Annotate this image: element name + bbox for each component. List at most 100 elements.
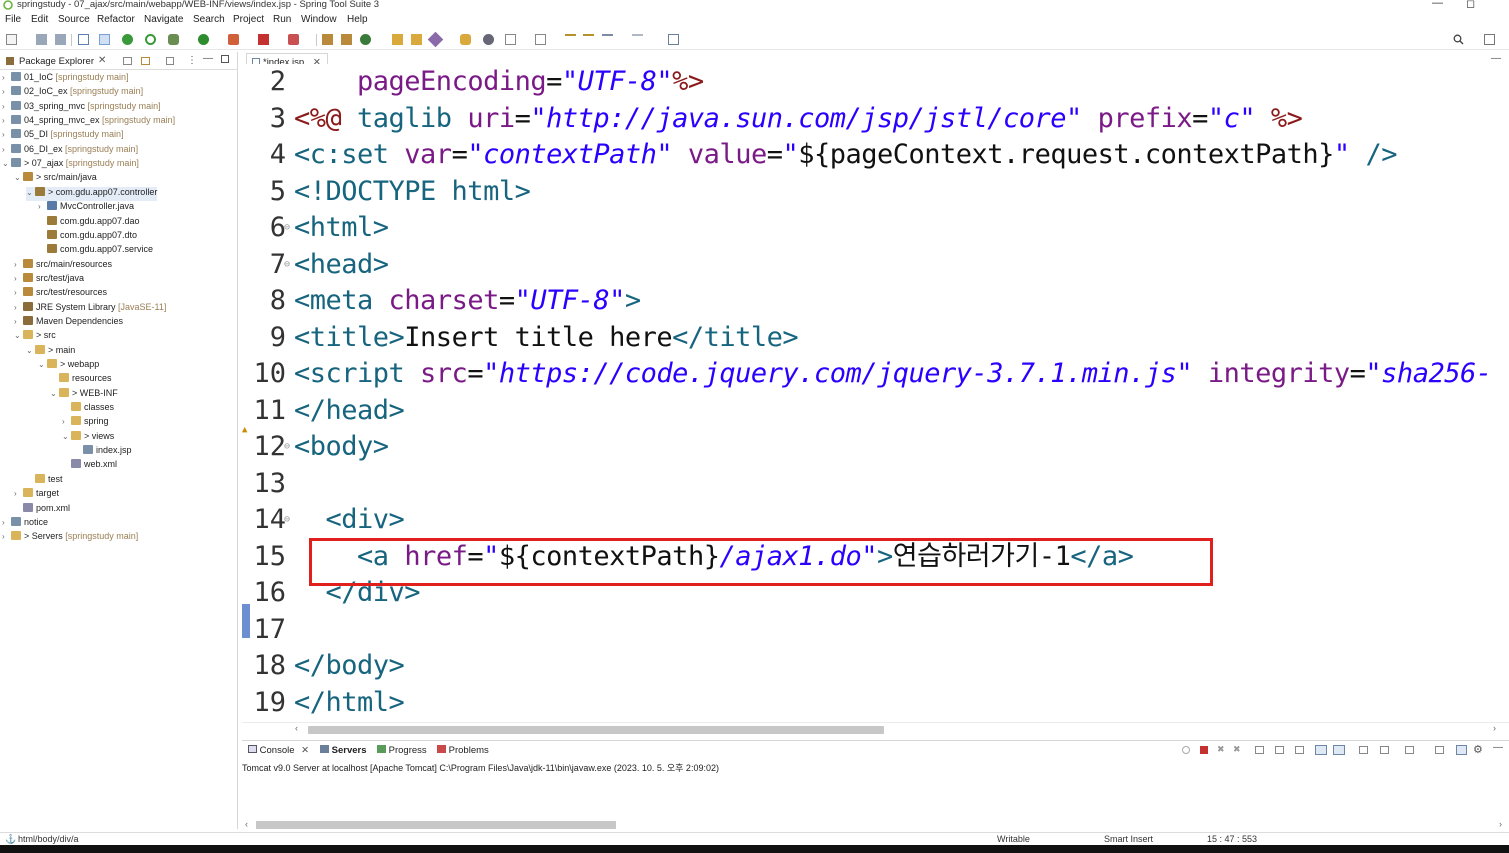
code-line[interactable]: 8 <meta charset="UTF-8"> (242, 283, 1509, 319)
fold-icon[interactable]: ⊖ (284, 429, 290, 465)
maximize-view-icon[interactable] (221, 55, 229, 63)
tree-item[interactable]: ⌄ > main (26, 344, 75, 359)
code-line[interactable]: 14 ⊖ <div> (242, 502, 1509, 538)
new-package-icon[interactable] (322, 34, 333, 45)
console-horizontal-scrollbar[interactable]: ‹ › (242, 819, 1509, 830)
annotation-icon[interactable] (505, 34, 516, 45)
chevron-down-icon[interactable]: ⌄ (14, 331, 23, 340)
tree-item[interactable]: com.gdu.app07.dao (38, 215, 140, 230)
tree-item[interactable]: index.jsp (74, 445, 132, 459)
refresh-icon[interactable] (145, 34, 156, 45)
menu-run[interactable]: Run (273, 14, 291, 25)
tree-item[interactable]: › 05_DI [springstudy main] (2, 129, 124, 143)
menu-refactor[interactable]: Refactor (97, 14, 135, 25)
code-line[interactable]: 12 ⊖ <body> (242, 429, 1509, 465)
tree-item[interactable]: ⌄ > src/main/java (14, 172, 97, 186)
tree-item[interactable]: ⌄ > com.gdu.app07.controller (26, 186, 158, 201)
chevron-right-icon[interactable]: › (2, 532, 11, 541)
minimize-editor-icon[interactable]: — (1491, 53, 1501, 64)
display-console-icon[interactable] (1380, 746, 1389, 754)
code-editor[interactable]: ▲ 2 pageEncoding="UTF-8"%> 3 <%@ taglib ur… (242, 64, 1509, 722)
coverage-icon[interactable] (288, 34, 299, 45)
globe-icon[interactable] (483, 34, 494, 45)
code-line[interactable]: 4 <c:set var="contextPath" value="${pageC… (242, 137, 1509, 173)
scroll-left-icon[interactable]: ‹ (295, 723, 298, 733)
next-annotation-icon[interactable] (535, 34, 546, 45)
tree-item[interactable]: › 04_spring_mvc_ex [springstudy main] (2, 115, 175, 129)
chevron-right-icon[interactable]: › (2, 116, 11, 125)
tree-item[interactable]: ⌄ > views (62, 430, 114, 445)
chevron-down-icon[interactable]: ⌄ (26, 346, 35, 355)
tree-item[interactable]: › spring (62, 416, 109, 430)
chevron-right-icon[interactable]: › (2, 73, 11, 82)
tree-item[interactable]: › MvcController.java (38, 201, 134, 215)
tree-item[interactable]: ⌄ > 07_ajax [springstudy main] (2, 158, 139, 172)
collapse-all-icon[interactable] (123, 57, 132, 65)
code-line[interactable]: 7 ⊖ <head> (242, 247, 1509, 283)
chevron-right-icon[interactable]: › (14, 288, 23, 297)
tree-item[interactable]: ⌄ > webapp (38, 359, 99, 373)
package-explorer-tab[interactable]: Package Explorer ✕ ⋮ — (0, 52, 238, 70)
view-menu-icon[interactable]: ⋮ (187, 55, 197, 66)
new-class-icon[interactable] (341, 34, 352, 45)
tree-item[interactable]: › 06_DI_ex [springstudy main] (2, 143, 138, 158)
menu-help[interactable]: Help (347, 14, 368, 25)
open-type-icon[interactable] (392, 34, 403, 45)
new-project-icon[interactable] (360, 34, 371, 45)
chevron-right-icon[interactable]: › (2, 145, 11, 154)
menu-source[interactable]: Source (58, 14, 90, 25)
filter-icon[interactable] (166, 57, 174, 65)
code-line[interactable]: 17 (242, 612, 1509, 648)
spring-boot-icon[interactable] (122, 34, 133, 45)
editor-horizontal-scrollbar[interactable]: ‹ › (242, 722, 1509, 736)
show-stdout-icon[interactable] (1315, 745, 1327, 755)
navigate-forward-icon[interactable] (632, 34, 643, 45)
tab-problems[interactable]: Problems (437, 745, 489, 756)
scroll-right-icon[interactable]: › (1499, 819, 1502, 829)
navigate-back-icon[interactable] (602, 34, 613, 45)
chevron-down-icon[interactable]: ⌄ (14, 173, 23, 182)
link-console-icon[interactable] (1456, 745, 1467, 755)
minimize-button[interactable]: — (1432, 0, 1443, 9)
code-line[interactable]: 18 </body> (242, 648, 1509, 684)
toggle-mark-icon[interactable] (99, 34, 110, 45)
tree-item[interactable]: com.gdu.app07.dto (38, 229, 137, 244)
chevron-down-icon[interactable]: ⌄ (26, 188, 35, 197)
open-task-icon[interactable] (460, 34, 471, 45)
code-line[interactable]: 10 <script src="https://code.jquery.com/j… (242, 356, 1509, 392)
chevron-down-icon[interactable]: ⌄ (50, 389, 59, 398)
close-icon[interactable]: ✕ (301, 745, 309, 756)
terminate-icon[interactable] (1200, 746, 1208, 754)
tree-item[interactable]: › 01_IoC [springstudy main] (2, 72, 129, 86)
minimize-panel-icon[interactable]: — (1493, 742, 1503, 753)
back-icon[interactable] (565, 34, 576, 45)
chevron-right-icon[interactable]: › (38, 202, 47, 211)
tree-item[interactable]: › 03_spring_mvc [springstudy main] (2, 100, 161, 115)
menu-navigate[interactable]: Navigate (144, 14, 183, 25)
new-icon[interactable] (6, 34, 17, 45)
maximize-button[interactable]: ◻ (1466, 0, 1475, 10)
chevron-right-icon[interactable]: › (2, 518, 11, 527)
tree-item[interactable]: › src/main/resources (14, 258, 112, 273)
code-line[interactable]: 9 <title>Insert title here</title> (242, 320, 1509, 356)
word-wrap-icon[interactable] (1275, 746, 1284, 754)
editor-scroll-thumb[interactable] (308, 726, 884, 734)
scroll-right-icon[interactable]: › (1493, 723, 1496, 733)
chevron-right-icon[interactable]: › (14, 274, 23, 283)
link-editor-icon[interactable] (141, 57, 150, 65)
forward-icon[interactable] (583, 34, 594, 45)
tab-servers[interactable]: Servers (320, 745, 367, 756)
chevron-down-icon[interactable]: ⌄ (38, 360, 47, 369)
remove-launch-icon[interactable]: ✖ (1217, 744, 1225, 755)
server-status-icon[interactable] (1182, 746, 1190, 754)
chevron-right-icon[interactable]: › (14, 489, 23, 498)
tree-item[interactable]: com.gdu.app07.service (38, 244, 153, 258)
menu-file[interactable]: File (5, 14, 21, 25)
code-line[interactable]: 5 <!DOCTYPE html> (242, 174, 1509, 210)
run-icon[interactable] (198, 34, 209, 45)
minimize-view-icon[interactable]: — (203, 53, 213, 64)
pin-console-icon[interactable] (1359, 746, 1368, 754)
gear-icon[interactable]: ⚙ (1473, 743, 1483, 756)
tree-item[interactable]: › target (14, 488, 59, 502)
search-icon[interactable] (1453, 34, 1464, 45)
